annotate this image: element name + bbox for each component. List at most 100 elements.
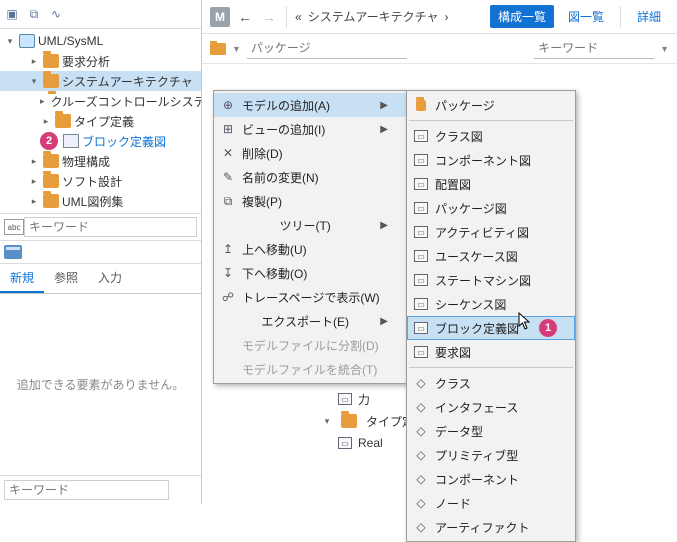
menu-item[interactable]: パッケージ (407, 93, 575, 117)
menu-item[interactable]: ▭配置図 (407, 172, 575, 196)
context-menu[interactable]: ⊕モデルの追加(A)▶⊞ビューの追加(I)▶✕削除(D)✎名前の変更(N)⧉複製… (213, 90, 407, 384)
package-filter-input[interactable] (247, 39, 407, 59)
folder-icon (43, 194, 59, 208)
submenu-add-model[interactable]: パッケージ▭クラス図▭コンポーネント図▭配置図▭パッケージ図▭アクティビティ図▭… (406, 90, 576, 542)
dot-icon: ◇ (413, 399, 429, 415)
menu-item[interactable]: エクスポート(E)▶ (214, 309, 406, 333)
crumb-prefix: « (295, 10, 302, 24)
dot-icon: ◇ (413, 519, 429, 535)
diag-icon: ▭ (413, 248, 429, 264)
menu-item[interactable]: ▭要求図 (407, 340, 575, 364)
tree-row[interactable]: ▸タイプ定義 (0, 111, 201, 131)
chevron-down-icon[interactable]: ▼ (660, 44, 669, 54)
tool-icon-1[interactable]: ▣ (4, 6, 20, 22)
menu-label: パッケージ (435, 97, 495, 114)
menu-label: パッケージ図 (435, 200, 507, 217)
tool-icon-2[interactable]: ⧉ (26, 6, 42, 22)
expand-icon[interactable]: ▾ (4, 36, 16, 47)
menu-item[interactable]: ◇ コンポーネント (407, 467, 575, 491)
tree-row[interactable]: ▾ システムアーキテクチャ (0, 71, 201, 91)
menu-item[interactable]: ⧉複製(P) (214, 189, 406, 213)
tree-row[interactable]: ▸UML図例集 (0, 191, 201, 211)
menu-label: 上へ移動(U) (242, 241, 307, 258)
menu-item[interactable]: ▭ブロック定義図1 (407, 316, 575, 340)
bottom-filter-input[interactable] (4, 480, 169, 500)
dot-icon: ◇ (413, 471, 429, 487)
copy-icon: ⧉ (220, 193, 236, 209)
structure-list-button[interactable]: 構成一覧 (490, 5, 554, 28)
tree-row[interactable]: ▸要求分析 (0, 51, 201, 71)
menu-label: ツリー(T) (279, 217, 330, 234)
menu-item[interactable]: ✎名前の変更(N) (214, 165, 406, 189)
expand-icon[interactable]: ▾ (28, 76, 40, 87)
detail-button[interactable]: 詳細 (629, 5, 669, 28)
menu-item[interactable]: ▭パッケージ図 (407, 196, 575, 220)
tree-row[interactable]: ▸ソフト設計 (0, 171, 201, 191)
folder-icon (43, 154, 59, 168)
submenu-arrow-icon: ▶ (380, 220, 388, 231)
keyword-filter-input[interactable] (534, 39, 654, 59)
menu-item[interactable]: ▭アクティビティ図 (407, 220, 575, 244)
menu-label: コンポーネント図 (435, 152, 531, 169)
diag-icon: ▭ (413, 296, 429, 312)
menu-label: ユースケース図 (435, 248, 518, 265)
tab-input[interactable]: 入力 (88, 264, 132, 293)
expand-icon[interactable]: ▸ (28, 156, 40, 167)
menu-item[interactable]: ▭ステートマシン図 (407, 268, 575, 292)
menu-item[interactable]: ▭ ユースケース図 (407, 244, 575, 268)
tree-row[interactable]: ▸クルーズコントロールシステム (0, 91, 201, 111)
tree-label: ブロック定義図 (82, 133, 166, 150)
folder-icon (210, 43, 226, 55)
tab-new[interactable]: 新規 (0, 264, 44, 293)
menu-label: データ型 (435, 423, 483, 440)
tab-ref[interactable]: 参照 (44, 264, 88, 293)
keyword-icon: abc (4, 219, 24, 235)
menu-item[interactable]: ▭シーケンス図 (407, 292, 575, 316)
palette-icon[interactable] (4, 245, 22, 259)
menu-item[interactable]: ◇プリミティブ型 (407, 443, 575, 467)
diag-icon: ▭ (413, 320, 429, 336)
blank-icon (220, 337, 236, 353)
menu-label: コンポーネント (435, 471, 519, 488)
menu-item[interactable]: ↧下へ移動(O) (214, 261, 406, 285)
step-badge: 2 (40, 132, 58, 150)
menu-label: インタフェース (435, 399, 518, 416)
menu-item[interactable]: ◇データ型 (407, 419, 575, 443)
menu-item[interactable]: ツリー(T) ▶ (214, 213, 406, 237)
menu-item[interactable]: ✕削除(D) (214, 141, 406, 165)
menu-item[interactable]: ◇アーティファクト (407, 515, 575, 539)
tree-label: 物理構成 (62, 153, 110, 170)
breadcrumb[interactable]: システムアーキテクチャ (308, 8, 439, 25)
menu-item[interactable]: ☍トレースページで表示(W) (214, 285, 406, 309)
expand-icon[interactable]: ▸ (28, 176, 40, 187)
tree-filter-input[interactable] (24, 217, 197, 237)
expand-icon[interactable]: ▸ (40, 96, 45, 107)
blank-icon (220, 217, 236, 233)
expand-icon[interactable]: ▾ (322, 416, 332, 427)
menu-item[interactable]: ▭クラス図 (407, 124, 575, 148)
tree-row[interactable]: ▸ 物理構成 (0, 151, 201, 171)
expand-icon[interactable]: ▸ (28, 196, 40, 207)
back-button[interactable]: ← (236, 8, 254, 26)
expand-icon[interactable]: ▸ (28, 56, 40, 67)
menu-item[interactable]: ◇ノード (407, 491, 575, 515)
menu-item[interactable]: ◇ インタフェース (407, 395, 575, 419)
step-badge: 1 (539, 319, 557, 337)
menu-item: モデルファイルを統合(T) (214, 357, 406, 381)
menu-item[interactable]: ⊞ビューの追加(I)▶ (214, 117, 406, 141)
menu-item[interactable]: ⊕モデルの追加(A)▶ (214, 93, 406, 117)
forward-button[interactable]: → (260, 8, 278, 26)
chevron-down-icon[interactable]: ▼ (232, 44, 241, 54)
expand-icon[interactable]: ▸ (40, 116, 52, 127)
tree-label: システムアーキテクチャ (62, 73, 193, 90)
menu-item[interactable]: ▭コンポーネント図 (407, 148, 575, 172)
tree-root[interactable]: ▾ UML/SysML (0, 31, 201, 51)
tree-row[interactable]: 2 ブロック定義図 (0, 131, 201, 151)
dot-icon: ◇ (413, 447, 429, 463)
tree-filter-row: abc (0, 214, 201, 241)
submenu-arrow-icon: ▶ (380, 100, 388, 111)
menu-item[interactable]: ↥上へ移動(U) (214, 237, 406, 261)
menu-item[interactable]: ◇クラス (407, 371, 575, 395)
tool-icon-3[interactable]: ∿ (48, 6, 64, 22)
figure-list-button[interactable]: 図一覧 (560, 5, 612, 28)
